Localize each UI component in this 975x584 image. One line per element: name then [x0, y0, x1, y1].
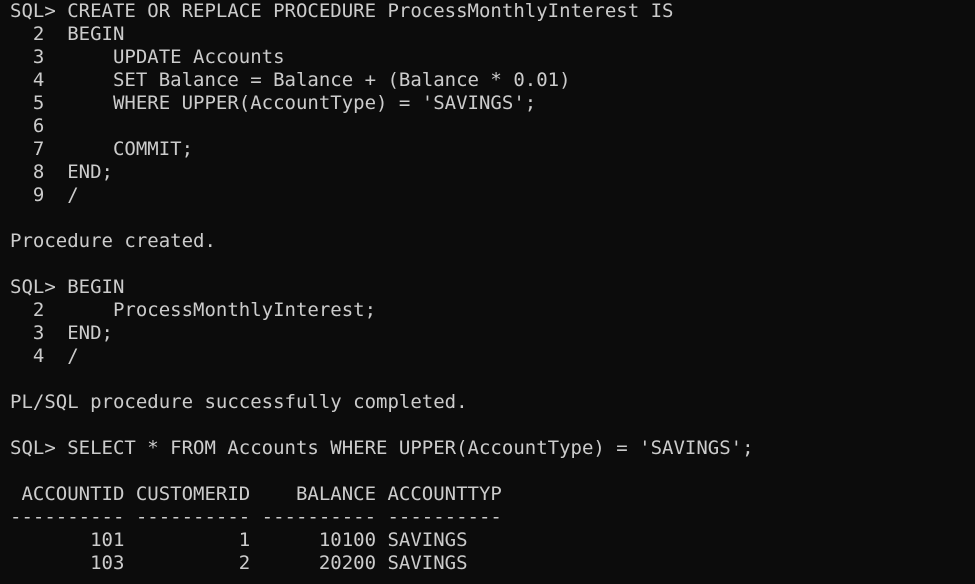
terminal-line-8-end: 8 END; [10, 161, 113, 183]
terminal-line-5-where: 5 WHERE UPPER(AccountType) = 'SAVINGS'; [10, 92, 537, 114]
terminal-output-plsql-completed: PL/SQL procedure successfully completed. [10, 391, 468, 413]
result-table-row: 103 2 20200 SAVINGS [10, 552, 468, 574]
terminal-window[interactable]: SQL> CREATE OR REPLACE PROCEDURE Process… [0, 0, 975, 584]
terminal-line-4-set-balance: 4 SET Balance = Balance + (Balance * 0.0… [10, 69, 571, 91]
terminal-line-2-begin: 2 BEGIN [10, 23, 125, 45]
terminal-line-7-commit: 7 COMMIT; [10, 138, 194, 160]
terminal-line-3-update: 3 UPDATE Accounts [10, 46, 285, 68]
terminal-line-3-end: 3 END; [10, 322, 113, 344]
terminal-line-9-slash: 9 / [10, 184, 79, 206]
terminal-output-procedure-created: Procedure created. [10, 230, 216, 252]
terminal-line-sql-select: SQL> SELECT * FROM Accounts WHERE UPPER(… [10, 437, 754, 459]
terminal-line-sql-begin: SQL> BEGIN [10, 276, 125, 298]
result-table-header: ACCOUNTID CUSTOMERID BALANCE ACCOUNTTYP [10, 483, 502, 505]
terminal-line-2-call-procedure: 2 ProcessMonthlyInterest; [10, 299, 377, 321]
terminal-line-4-slash: 4 / [10, 345, 79, 367]
terminal-line-sql-create-procedure: SQL> CREATE OR REPLACE PROCEDURE Process… [10, 0, 674, 22]
result-table-separator: ---------- ---------- ---------- -------… [10, 506, 502, 528]
result-table-row: 101 1 10100 SAVINGS [10, 529, 468, 551]
terminal-line-6-empty: 6 [10, 115, 45, 137]
